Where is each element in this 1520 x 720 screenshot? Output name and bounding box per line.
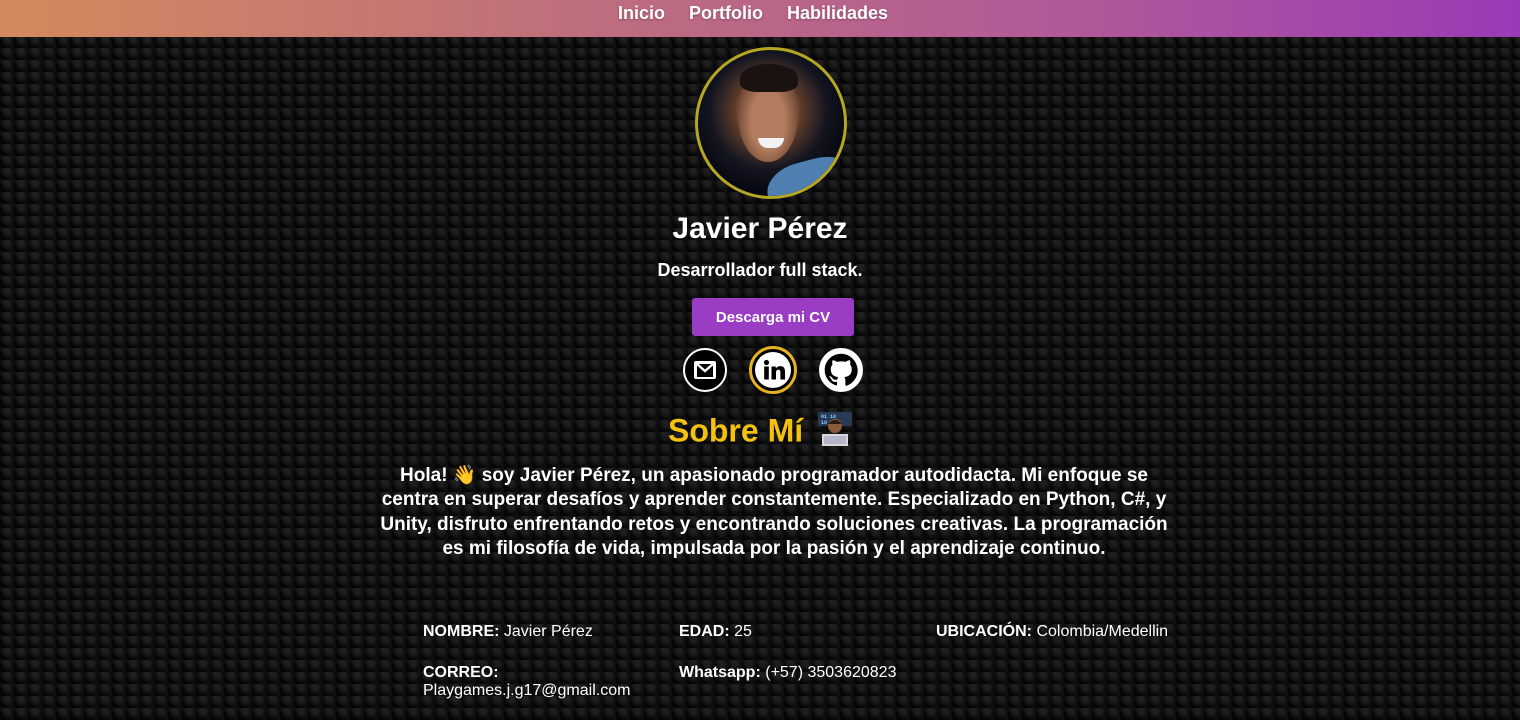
nav-habilidades[interactable]: Habilidades <box>787 3 888 24</box>
info-age: EDAD: 25 <box>679 623 752 641</box>
info-whatsapp-label: Whatsapp: <box>679 664 761 681</box>
profile-name: Javier Pérez <box>672 212 848 245</box>
info-location: UBICACIÓN: Colombia/Medellin <box>936 623 1168 641</box>
info-email-value: Playgames.j.g17@gmail.com <box>423 682 631 699</box>
info-name-label: NOMBRE: <box>423 623 500 640</box>
linkedin-link[interactable] <box>749 346 797 394</box>
gmail-icon <box>694 361 716 379</box>
profile-role: Desarrollador full stack. <box>657 260 863 280</box>
about-title-text: Sobre Mí <box>667 412 804 449</box>
linkedin-icon <box>755 352 791 388</box>
info-location-value: Colombia/Medellin <box>1036 623 1169 640</box>
info-whatsapp: Whatsapp: (+57) 3503620823 <box>679 664 896 682</box>
info-email: CORREO: Playgames.j.g17@gmail.com <box>423 664 653 700</box>
info-whatsapp-value: (+57) 3503620823 <box>765 664 897 681</box>
nav-inicio[interactable]: Inicio <box>618 3 665 24</box>
info-name-value: Javier Pérez <box>503 623 593 640</box>
gmail-link[interactable] <box>683 348 727 392</box>
nav-portfolio[interactable]: Portfolio <box>689 3 763 24</box>
github-icon <box>824 353 858 386</box>
technologist-emoji-icon: 01 10 10 01 <box>818 412 852 454</box>
download-cv-button[interactable]: Descarga mi CV <box>692 298 854 336</box>
info-age-value: 25 <box>734 623 752 640</box>
info-email-label: CORREO: <box>423 664 499 681</box>
info-name: NOMBRE: Javier Pérez <box>423 623 593 641</box>
info-location-label: UBICACIÓN: <box>936 623 1032 640</box>
github-link[interactable] <box>819 348 863 392</box>
about-title: Sobre Mí 01 10 10 01 <box>0 412 1520 454</box>
profile-avatar <box>695 47 847 199</box>
top-navbar: Inicio Portfolio Habilidades <box>0 0 1520 37</box>
about-text: Hola! 👋 soy Javier Pérez, un apasionado … <box>380 465 1168 560</box>
info-age-label: EDAD: <box>679 623 730 640</box>
